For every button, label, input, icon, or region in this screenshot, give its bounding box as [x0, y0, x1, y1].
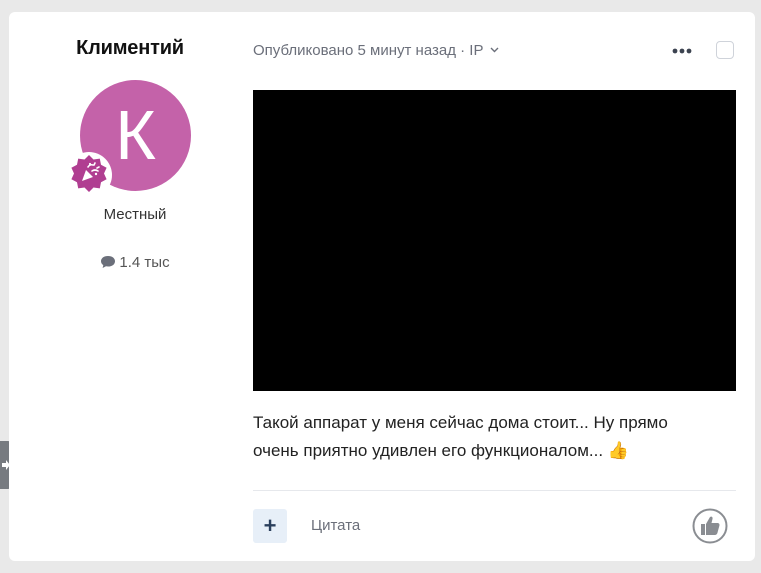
author-column: Климентий К Местный 1.4 тыс	[9, 12, 261, 561]
post-count[interactable]: 1.4 тыс	[9, 254, 261, 271]
divider	[253, 490, 736, 491]
quote-button[interactable]: Цитата	[311, 517, 360, 534]
multiquote-button[interactable]: +	[253, 509, 287, 543]
post-card: Климентий К Местный 1.4 тыс Опубликовано…	[9, 12, 755, 561]
post-text-line: Такой аппарат у меня сейчас дома стоит..…	[253, 413, 668, 432]
rank-title: Местный	[103, 206, 167, 223]
post-text-line: очень приятно удивлен его функционалом..…	[253, 441, 629, 460]
author-name[interactable]: Климентий	[9, 37, 251, 60]
post-meta[interactable]: Опубликовано 5 минут назад · IP	[253, 42, 499, 59]
post-content: Такой аппарат у меня сейчас дома стоит..…	[253, 409, 733, 465]
post-count-value: 1.4 тыс	[119, 254, 170, 271]
video-embed[interactable]	[253, 90, 736, 391]
like-thumbs-up-icon[interactable]	[692, 508, 728, 544]
more-options-icon[interactable]	[669, 40, 695, 62]
celebration-badge-icon	[66, 152, 112, 198]
comment-icon	[101, 256, 116, 268]
select-post-checkbox[interactable]	[716, 41, 734, 59]
chevron-down-icon	[490, 47, 499, 53]
post-date: Опубликовано 5 минут назад · IP	[253, 42, 484, 59]
